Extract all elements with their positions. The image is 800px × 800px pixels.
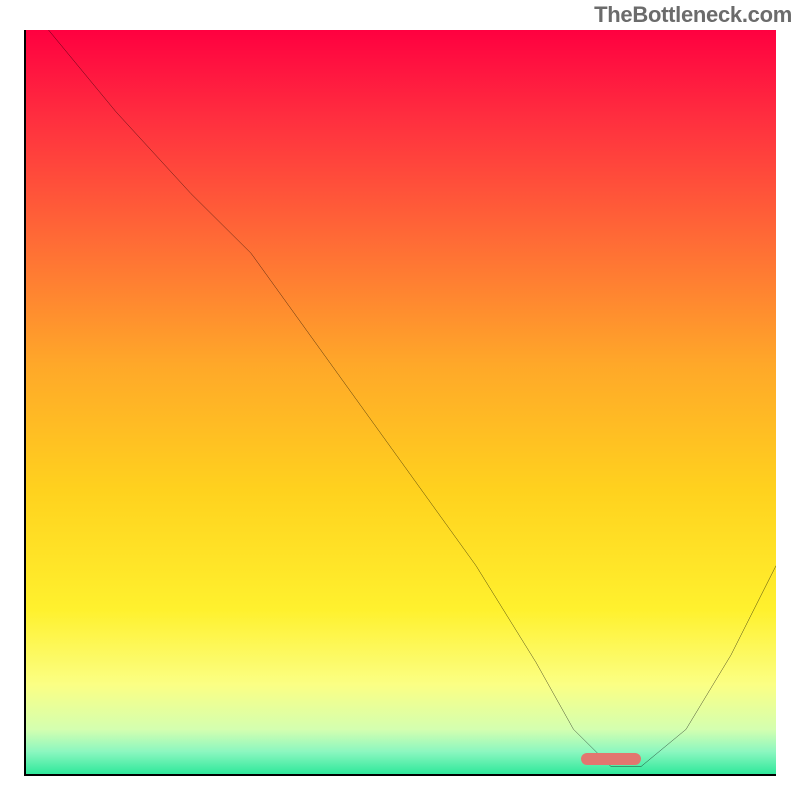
optimal-marker <box>581 753 641 765</box>
plot-area <box>24 30 776 776</box>
chart-container: TheBottleneck.com <box>0 0 800 800</box>
watermark-text: TheBottleneck.com <box>594 2 792 28</box>
bottleneck-curve <box>26 30 776 774</box>
